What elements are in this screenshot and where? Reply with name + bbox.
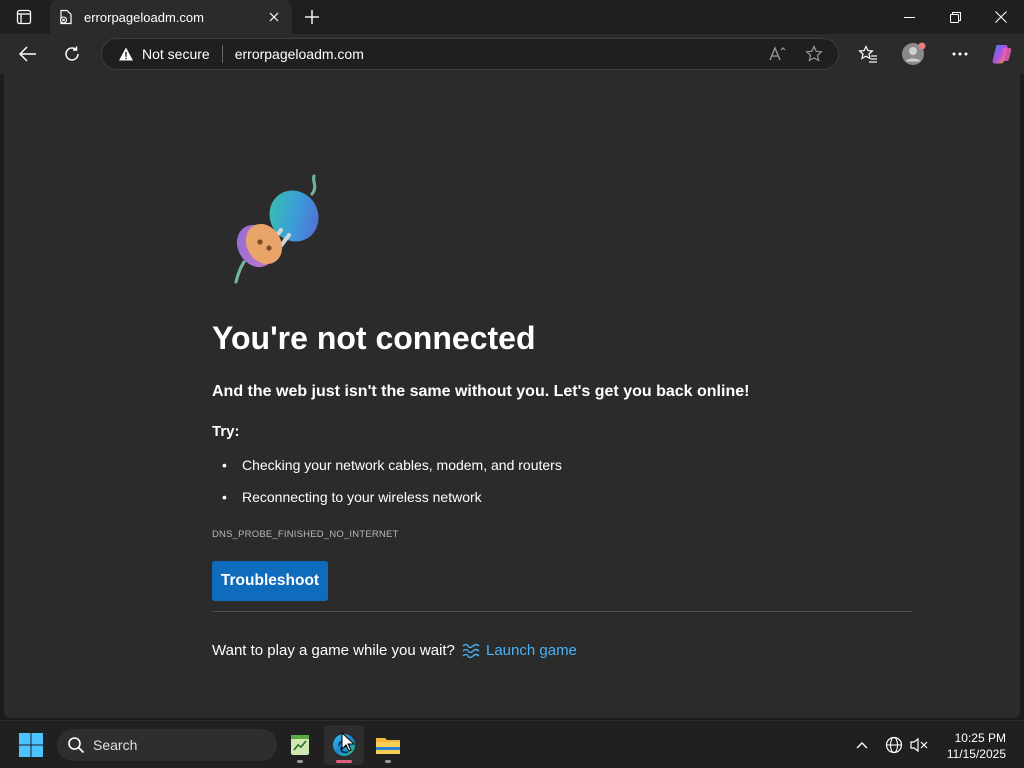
back-button[interactable]: [12, 38, 44, 70]
active-indicator: [336, 760, 352, 763]
close-icon: [995, 11, 1007, 23]
plus-icon: [305, 10, 319, 24]
clock-date: 11/15/2025: [946, 747, 1006, 761]
restore-button[interactable]: [932, 0, 978, 34]
copilot-button[interactable]: [986, 38, 1018, 70]
bullet: •: [222, 489, 227, 505]
windows-start-button[interactable]: [18, 732, 44, 758]
read-aloud-icon: [769, 46, 786, 61]
tab-actions-icon: [16, 9, 32, 25]
minimize-button[interactable]: [886, 0, 932, 34]
refresh-button[interactable]: [56, 38, 88, 70]
tray-network-button[interactable]: [882, 733, 906, 757]
page-title: You're not connected: [212, 320, 536, 356]
title-bar: errorpageloadm.com: [0, 0, 1024, 34]
disconnected-plug-icon: [234, 174, 319, 284]
try-label: Try:: [212, 423, 240, 440]
close-window-button[interactable]: [978, 0, 1024, 34]
list-item: • Reconnecting to your wireless network: [222, 489, 482, 505]
favorites-icon: [858, 45, 877, 63]
taskbar-app-file-explorer[interactable]: [368, 725, 408, 765]
window-controls: [886, 0, 1024, 34]
active-tab[interactable]: errorpageloadm.com: [50, 0, 292, 34]
clock-time: 10:25 PM: [954, 731, 1006, 745]
taskbar: Search 10:25 PM 11/15/2025: [0, 720, 1024, 768]
star-icon: [805, 45, 823, 62]
restore-icon: [949, 11, 961, 23]
search-placeholder: Search: [93, 737, 138, 753]
tab-close-button[interactable]: [264, 7, 284, 27]
refresh-icon: [65, 46, 79, 61]
address-bar[interactable]: Not secure errorpageloadm.com: [101, 38, 839, 70]
avatar: [902, 42, 926, 65]
security-status[interactable]: Not secure: [142, 46, 210, 62]
error-code: DNS_PROBE_FINISHED_NO_INTERNET: [212, 529, 399, 540]
read-aloud-button[interactable]: [762, 40, 794, 68]
new-tab-button[interactable]: [298, 4, 326, 30]
tray-overflow-button[interactable]: [850, 733, 874, 757]
settings-more-button[interactable]: [944, 38, 976, 70]
tab-title: errorpageloadm.com: [84, 9, 204, 25]
favorite-star-button[interactable]: [798, 40, 830, 68]
taskbar-app-notepad[interactable]: [280, 725, 320, 765]
mouse-cursor-icon: [341, 732, 355, 752]
troubleshoot-button[interactable]: Troubleshoot: [212, 561, 328, 601]
globe-no-internet-icon: [885, 736, 903, 754]
notepad-chart-icon: [291, 735, 309, 755]
warning-icon: [119, 47, 133, 61]
page-error-favicon-icon: [59, 9, 72, 25]
game-prompt: Want to play a game while you wait?: [212, 642, 455, 659]
close-icon: [269, 12, 279, 22]
url-text[interactable]: errorpageloadm.com: [235, 46, 762, 62]
omnibox-divider: [221, 45, 223, 63]
more-dots-icon: [952, 52, 968, 56]
profile-button[interactable]: [898, 38, 930, 70]
copilot-icon: [992, 45, 1012, 64]
running-indicator: [385, 760, 391, 763]
suggestion-text: Reconnecting to your wireless network: [242, 489, 482, 505]
folder-icon: [376, 738, 400, 754]
browser-toolbar: Not secure errorpageloadm.com: [0, 34, 1024, 74]
favorites-button[interactable]: [852, 38, 884, 70]
tab-actions-button[interactable]: [8, 4, 40, 30]
search-icon: [68, 737, 85, 754]
speaker-muted-icon: [910, 737, 928, 753]
running-indicator: [297, 760, 303, 763]
minimize-icon: [903, 16, 915, 18]
arrow-left-icon: [19, 46, 36, 62]
chevron-up-icon: [856, 742, 868, 749]
bullet: •: [222, 457, 227, 473]
suggestion-text: Checking your network cables, modem, and…: [242, 457, 562, 473]
list-item: • Checking your network cables, modem, an…: [222, 457, 562, 473]
section-divider: [212, 611, 912, 612]
surf-wave-icon[interactable]: [461, 641, 481, 659]
launch-game-link[interactable]: Launch game: [486, 642, 577, 659]
system-clock[interactable]: 10:25 PM 11/15/2025: [947, 730, 1006, 762]
tray-volume-button[interactable]: [907, 733, 931, 757]
taskbar-search[interactable]: Search: [57, 729, 277, 761]
page-subtitle: And the web just isn't the same without …: [212, 383, 750, 400]
